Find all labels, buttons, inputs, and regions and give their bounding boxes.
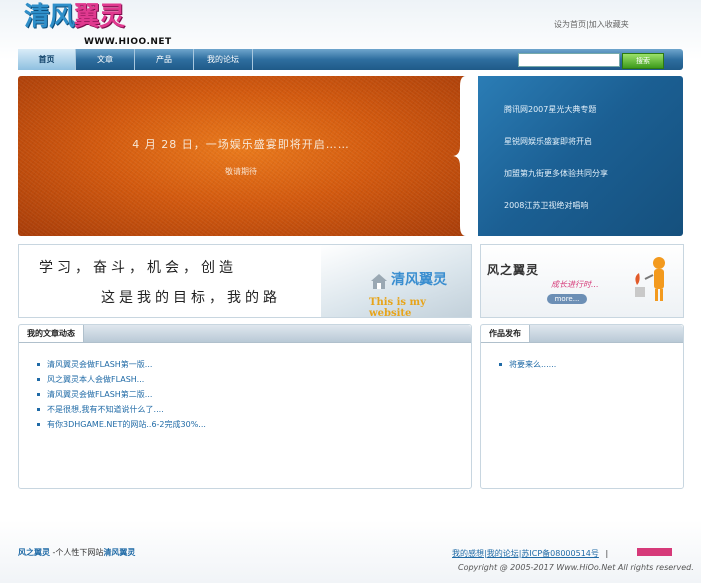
article-link[interactable]: 风之翼灵本人会做FLASH... <box>35 372 206 387</box>
footer-copyright: Copyright @ 2005-2017 Www.HiOo.Net All r… <box>458 563 694 572</box>
articles-panel-title: 我的文章动态 <box>19 325 84 342</box>
works-list: 将要来么...... <box>497 357 556 372</box>
works-panel: 作品发布 将要来么...... <box>480 324 684 489</box>
article-link[interactable]: 有你3DHGAME.NET的网站..6-2完成30%... <box>35 417 206 432</box>
banner-news-item[interactable]: 2008江苏卫视绝对唱响 <box>504 196 608 228</box>
footer-brand-name-2[interactable]: 清风翼灵 <box>103 548 135 557</box>
main-banner: 4 月 28 日，一场娱乐盛宴即将开启…… 敬请期待 腾讯网2007星光大典专题… <box>18 76 683 236</box>
articles-panel: 我的文章动态 清风翼灵会做FLASH第一版... 风之翼灵本人会做FLASH..… <box>18 324 472 489</box>
banner-title: 4 月 28 日，一场娱乐盛宴即将开启…… <box>132 138 350 151</box>
watering-figure-icon <box>635 257 665 301</box>
brace-icon <box>452 76 478 236</box>
add-favorite-link[interactable]: 加入收藏夹 <box>589 20 629 29</box>
article-link[interactable]: 不是很想,我有不知道说什么了.... <box>35 402 206 417</box>
site-logo[interactable]: 清风翼灵 WWW.HIOO.NET <box>22 2 182 48</box>
articles-list: 清风翼灵会做FLASH第一版... 风之翼灵本人会做FLASH... 清风翼灵会… <box>35 357 206 432</box>
search-input[interactable] <box>518 53 620 67</box>
article-link[interactable]: 清风翼灵会做FLASH第二版... <box>35 387 206 402</box>
banner-news-item[interactable]: 腾讯网2007星光大典专题 <box>504 100 608 132</box>
footer-brand: 风之翼灵 -个人性下网站清风翼灵 <box>18 547 135 558</box>
profile-status: 成长进行时... <box>551 280 599 289</box>
more-button[interactable]: more... <box>547 294 587 304</box>
works-panel-title: 作品发布 <box>481 325 530 342</box>
slogan-line-1: 学习，奋斗，机会，创造 <box>39 260 237 276</box>
footer-tagline: -个人性下网站 <box>52 548 104 557</box>
logo-text-part2: 翼灵 <box>74 2 125 32</box>
house-icon <box>371 274 387 289</box>
top-links: 设为首页|加入收藏夹 <box>554 19 629 30</box>
slogan-brand: 清风翼灵 <box>391 272 447 288</box>
footer-brand-name[interactable]: 风之翼灵 <box>18 548 50 557</box>
article-link[interactable]: 清风翼灵会做FLASH第一版... <box>35 357 206 372</box>
footer-link-separator: | <box>605 549 609 558</box>
banner-news-list: 腾讯网2007星光大典专题 星锐网娱乐盛宴即将开启 加盟第九街更多体验共同分享 … <box>504 100 608 228</box>
slogan-english: This is my website <box>369 297 426 318</box>
banner-news-item[interactable]: 加盟第九街更多体验共同分享 <box>504 164 608 196</box>
nav-tab-products[interactable]: 产品 <box>135 49 194 70</box>
footer-links: 我的感想|我的论坛|苏ICP备08000514号 | <box>452 548 608 559</box>
profile-banner[interactable]: 风之翼灵 成长进行时... more... <box>480 244 684 318</box>
nav-tab-forum[interactable]: 我的论坛 <box>194 49 253 70</box>
set-home-link[interactable]: 设为首页 <box>554 20 586 29</box>
footer-link[interactable]: 我的感想|我的论坛|苏ICP备08000514号 <box>452 549 599 558</box>
nav-tab-articles[interactable]: 文章 <box>76 49 135 70</box>
search-button[interactable]: 搜索 <box>622 53 664 69</box>
slogan-line-2: 这是我的目标，我的路 <box>101 290 281 306</box>
banner-subtitle: 敬请期待 <box>225 167 257 176</box>
work-link[interactable]: 将要来么...... <box>497 357 556 372</box>
stats-badge-icon[interactable] <box>637 548 672 556</box>
profile-title: 风之翼灵 <box>487 263 540 277</box>
slogan-banner[interactable]: 学习，奋斗，机会，创造 这是我的目标，我的路 清风翼灵 This is my w… <box>18 244 472 318</box>
banner-news-item[interactable]: 星锐网娱乐盛宴即将开启 <box>504 132 608 164</box>
logo-text-part1: 清风 <box>24 2 75 32</box>
nav-tab-home[interactable]: 首页 <box>18 49 76 70</box>
logo-url: WWW.HIOO.NET <box>84 37 172 47</box>
